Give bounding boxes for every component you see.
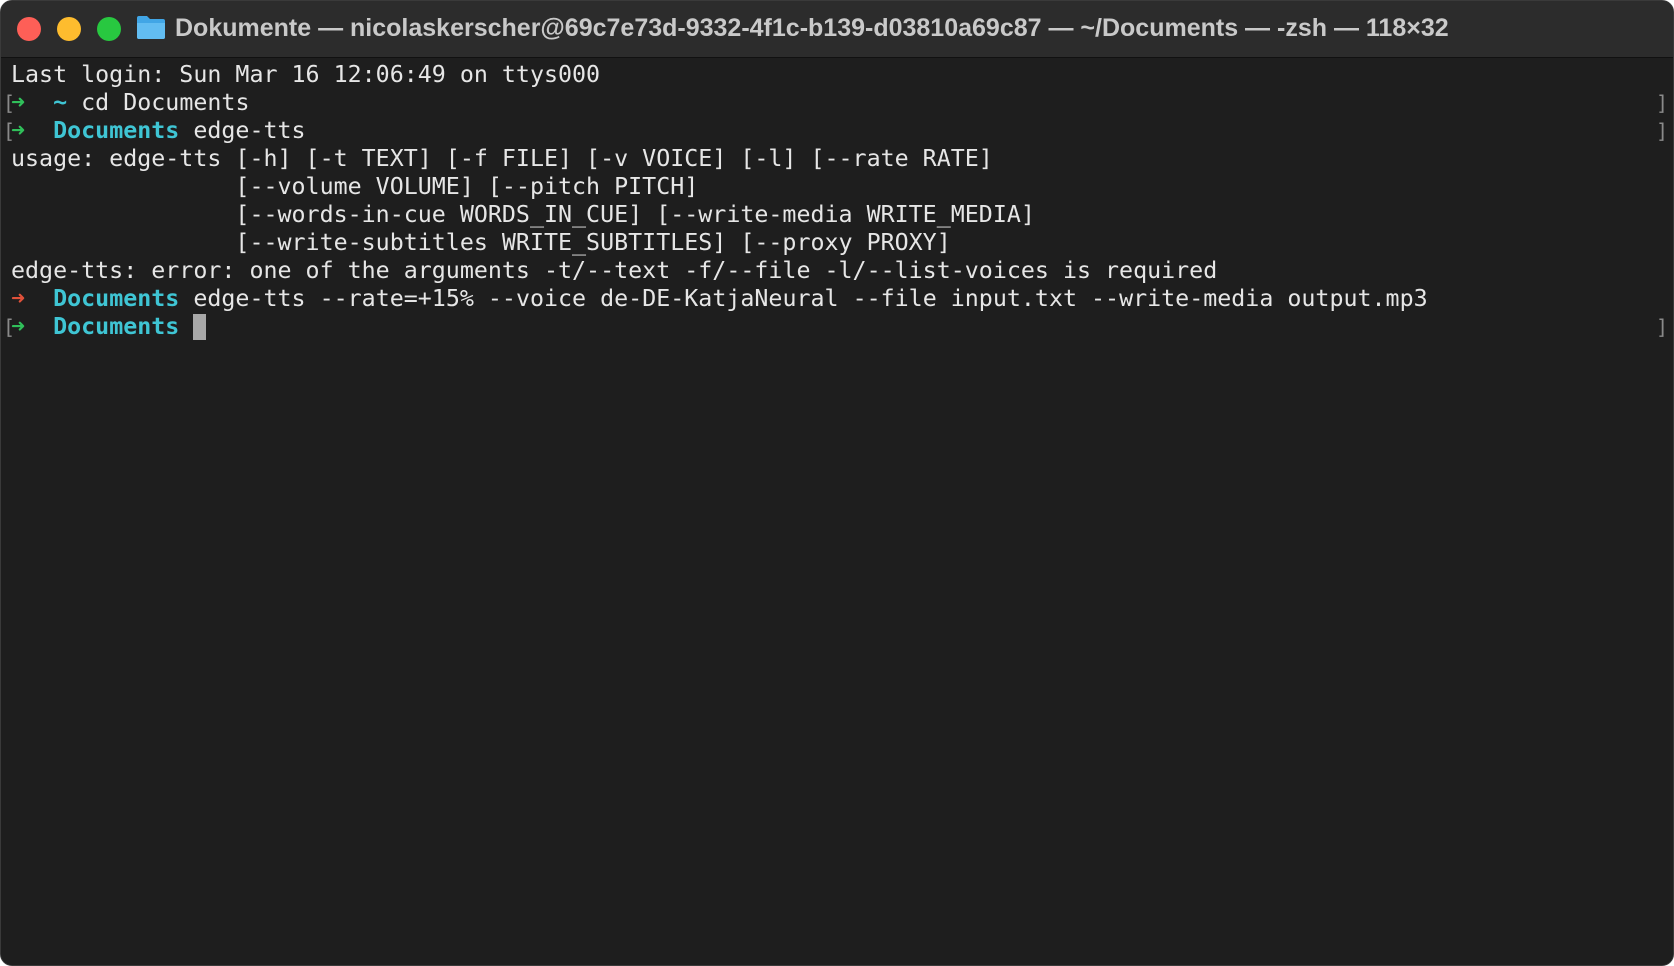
- zoom-window-button[interactable]: [97, 17, 121, 41]
- prompt-directory: Documents: [53, 285, 180, 312]
- terminal-content[interactable]: Last login: Sun Mar 16 12:06:49 on ttys0…: [1, 58, 1673, 965]
- line-mark-right: ]: [1656, 91, 1669, 115]
- folder-icon: [137, 16, 165, 39]
- error-line: edge-tts: error: one of the arguments -t…: [11, 257, 1218, 284]
- command-text: cd Documents: [81, 89, 250, 116]
- prompt-directory: ~: [53, 89, 68, 116]
- prompt-arrow-icon: ➜: [11, 89, 26, 116]
- usage-line: [--words-in-cue WORDS_IN_CUE] [--write-m…: [11, 201, 1035, 228]
- prompt-line-edge-tts-run: ➜ Documents edge-tts --rate=+15% --voice…: [11, 285, 1428, 313]
- usage-line: usage: edge-tts [-h] [-t TEXT] [-f FILE]…: [11, 145, 993, 172]
- text-cursor: [193, 314, 207, 340]
- prompt-line-cd: ➜ ~ cd Documents: [11, 89, 249, 117]
- command-text: edge-tts --rate=+15% --voice de-DE-Katja…: [193, 285, 1428, 312]
- prompt-arrow-error-icon: ➜: [11, 285, 26, 312]
- prompt-directory: Documents: [53, 313, 180, 340]
- usage-line: [--volume VOLUME] [--pitch PITCH]: [11, 173, 699, 200]
- terminal-window: Dokumente — nicolaskerscher@69c7e73d-933…: [0, 0, 1674, 966]
- line-mark-right: ]: [1656, 315, 1669, 339]
- prompt-arrow-icon: ➜: [11, 313, 26, 340]
- prompt-arrow-icon: ➜: [11, 117, 26, 144]
- last-login-line: Last login: Sun Mar 16 12:06:49 on ttys0…: [11, 61, 601, 88]
- prompt-line-edge-tts: ➜ Documents edge-tts: [11, 117, 306, 145]
- command-text: edge-tts: [193, 117, 306, 144]
- prompt-directory: Documents: [53, 117, 180, 144]
- close-window-button[interactable]: [17, 17, 41, 41]
- line-mark-right: ]: [1656, 119, 1669, 143]
- current-prompt-line[interactable]: ➜ Documents: [11, 313, 207, 341]
- minimize-window-button[interactable]: [57, 17, 81, 41]
- usage-line: [--write-subtitles WRITE_SUBTITLES] [--p…: [11, 229, 951, 256]
- title-bar[interactable]: Dokumente — nicolaskerscher@69c7e73d-933…: [1, 1, 1673, 58]
- window-title: Dokumente — nicolaskerscher@69c7e73d-933…: [175, 14, 1449, 42]
